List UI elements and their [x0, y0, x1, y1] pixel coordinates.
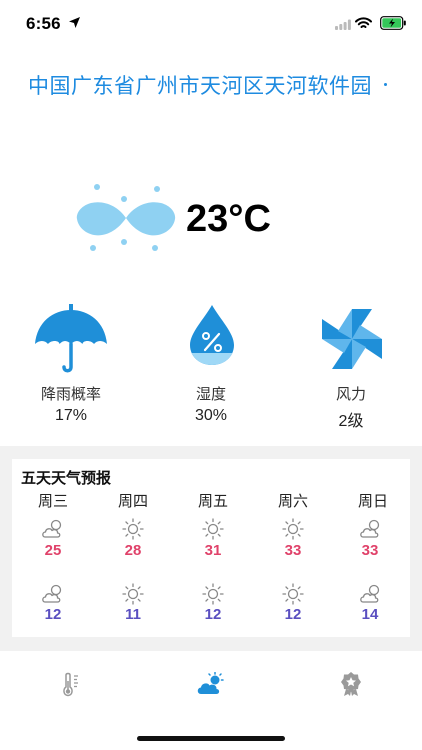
forecast-low-temp: 12 — [204, 606, 222, 623]
forecast-day-label: 周六 — [277, 493, 308, 510]
award-badge-icon[interactable] — [340, 671, 362, 697]
wifi-icon — [355, 17, 372, 28]
forecast-day-label: 周日 — [357, 493, 388, 510]
wind-label: 风力 — [335, 386, 366, 403]
home-indicator[interactable] — [137, 736, 285, 741]
cloud-sun-icon[interactable] — [196, 672, 224, 696]
forecast-low-temp: 11 — [125, 606, 141, 623]
cellular-signal-icon — [335, 19, 351, 30]
pinwheel-icon — [322, 309, 382, 369]
forecast-low-temp: 12 — [284, 606, 302, 623]
forecast-high-temp: 31 — [204, 542, 222, 559]
partly-cloudy-icon — [360, 584, 380, 603]
sleet-icon — [76, 184, 176, 251]
battery-charging-icon — [380, 16, 406, 30]
umbrella-icon — [35, 304, 107, 373]
sunny-icon — [282, 518, 304, 540]
forecast-low-temp: 12 — [44, 606, 62, 623]
thermometer-icon[interactable] — [60, 672, 82, 698]
sunny-icon — [122, 583, 144, 605]
humidity-drop-icon — [190, 305, 234, 365]
sunny-icon — [282, 583, 304, 605]
forecast-high-temp: 33 — [284, 542, 302, 559]
wind-value: 2级 — [338, 413, 364, 430]
humidity-label: 湿度 — [195, 386, 226, 403]
forecast-day-label: 周五 — [197, 493, 228, 510]
partly-cloudy-icon — [42, 519, 62, 538]
forecast-day-label: 周四 — [117, 493, 148, 510]
forecast-high-temp: 33 — [361, 542, 379, 559]
forecast-high-temp: 25 — [44, 542, 62, 559]
forecast-high-temp: 28 — [124, 542, 142, 559]
sunny-icon — [202, 583, 224, 605]
status-time: 6:56 — [26, 14, 61, 33]
sunny-icon — [202, 518, 224, 540]
rain-probability-label: 降雨概率 — [40, 386, 101, 403]
current-temperature: 23°C — [186, 198, 271, 240]
humidity-value: 30% — [194, 407, 228, 424]
forecast-low-temp: 14 — [361, 606, 379, 623]
forecast-title: 五天天气预报 — [21, 470, 112, 487]
location-title[interactable]: 中国广东省广州市天河区天河软件园 — [0, 70, 400, 100]
sunny-icon — [122, 518, 144, 540]
forecast-day-label: 周三 — [37, 493, 68, 510]
partly-cloudy-icon — [360, 519, 380, 538]
rain-probability-value: 17% — [54, 407, 88, 424]
location-indicator-dot — [384, 83, 387, 86]
location-arrow-icon — [69, 17, 80, 28]
partly-cloudy-icon — [42, 584, 62, 603]
